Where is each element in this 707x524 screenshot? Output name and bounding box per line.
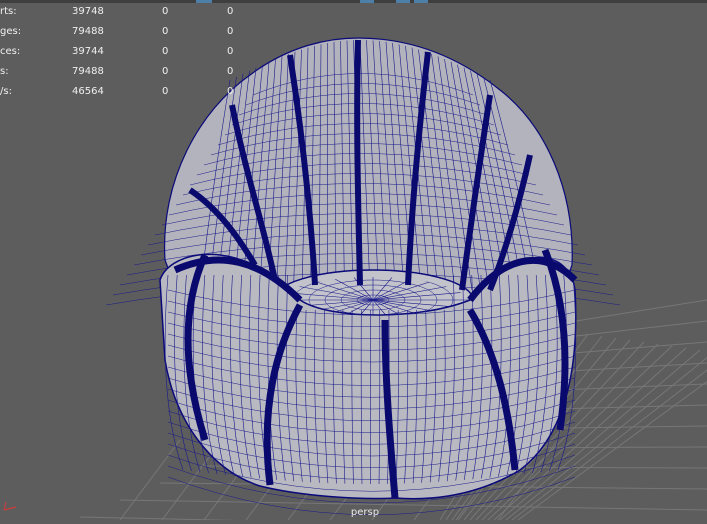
camera-label: persp xyxy=(350,507,380,518)
toolbar-icon[interactable] xyxy=(360,0,374,3)
hud-value: 0 xyxy=(162,66,169,77)
hud-value: 0 xyxy=(227,6,234,17)
hud-value: 0 xyxy=(162,6,169,17)
hud-value: 79488 xyxy=(72,26,104,37)
hud-value: 0 xyxy=(227,66,234,77)
hud-value: 0 xyxy=(162,46,169,57)
hud-value: 39748 xyxy=(72,6,104,17)
toolbar-icon[interactable] xyxy=(396,0,410,3)
seam-line xyxy=(354,39,363,286)
hud-value: 0 xyxy=(227,46,234,57)
hud-label: rts: xyxy=(0,6,17,17)
hud-value: 46564 xyxy=(72,86,104,97)
hud-value: 79488 xyxy=(72,66,104,77)
hud-value: 39744 xyxy=(72,46,104,57)
toolbar-icon[interactable] xyxy=(414,0,428,3)
hud-value: 0 xyxy=(162,86,169,97)
axis-gizmo-icon xyxy=(3,501,17,511)
hud-label: ges: xyxy=(0,26,22,37)
viewport-3d[interactable]: rts: 39748 0 0 ges: 79488 0 0 ces: 39744… xyxy=(0,0,707,524)
hud-value: 0 xyxy=(162,26,169,37)
hud-label: /s: xyxy=(0,86,12,97)
hud-label: s: xyxy=(0,66,9,77)
poly-count-hud: rts: 39748 0 0 ges: 79488 0 0 ces: 39744… xyxy=(0,0,260,110)
hud-value: 0 xyxy=(227,86,234,97)
hud-value: 0 xyxy=(227,26,234,37)
hud-label: ces: xyxy=(0,46,21,57)
